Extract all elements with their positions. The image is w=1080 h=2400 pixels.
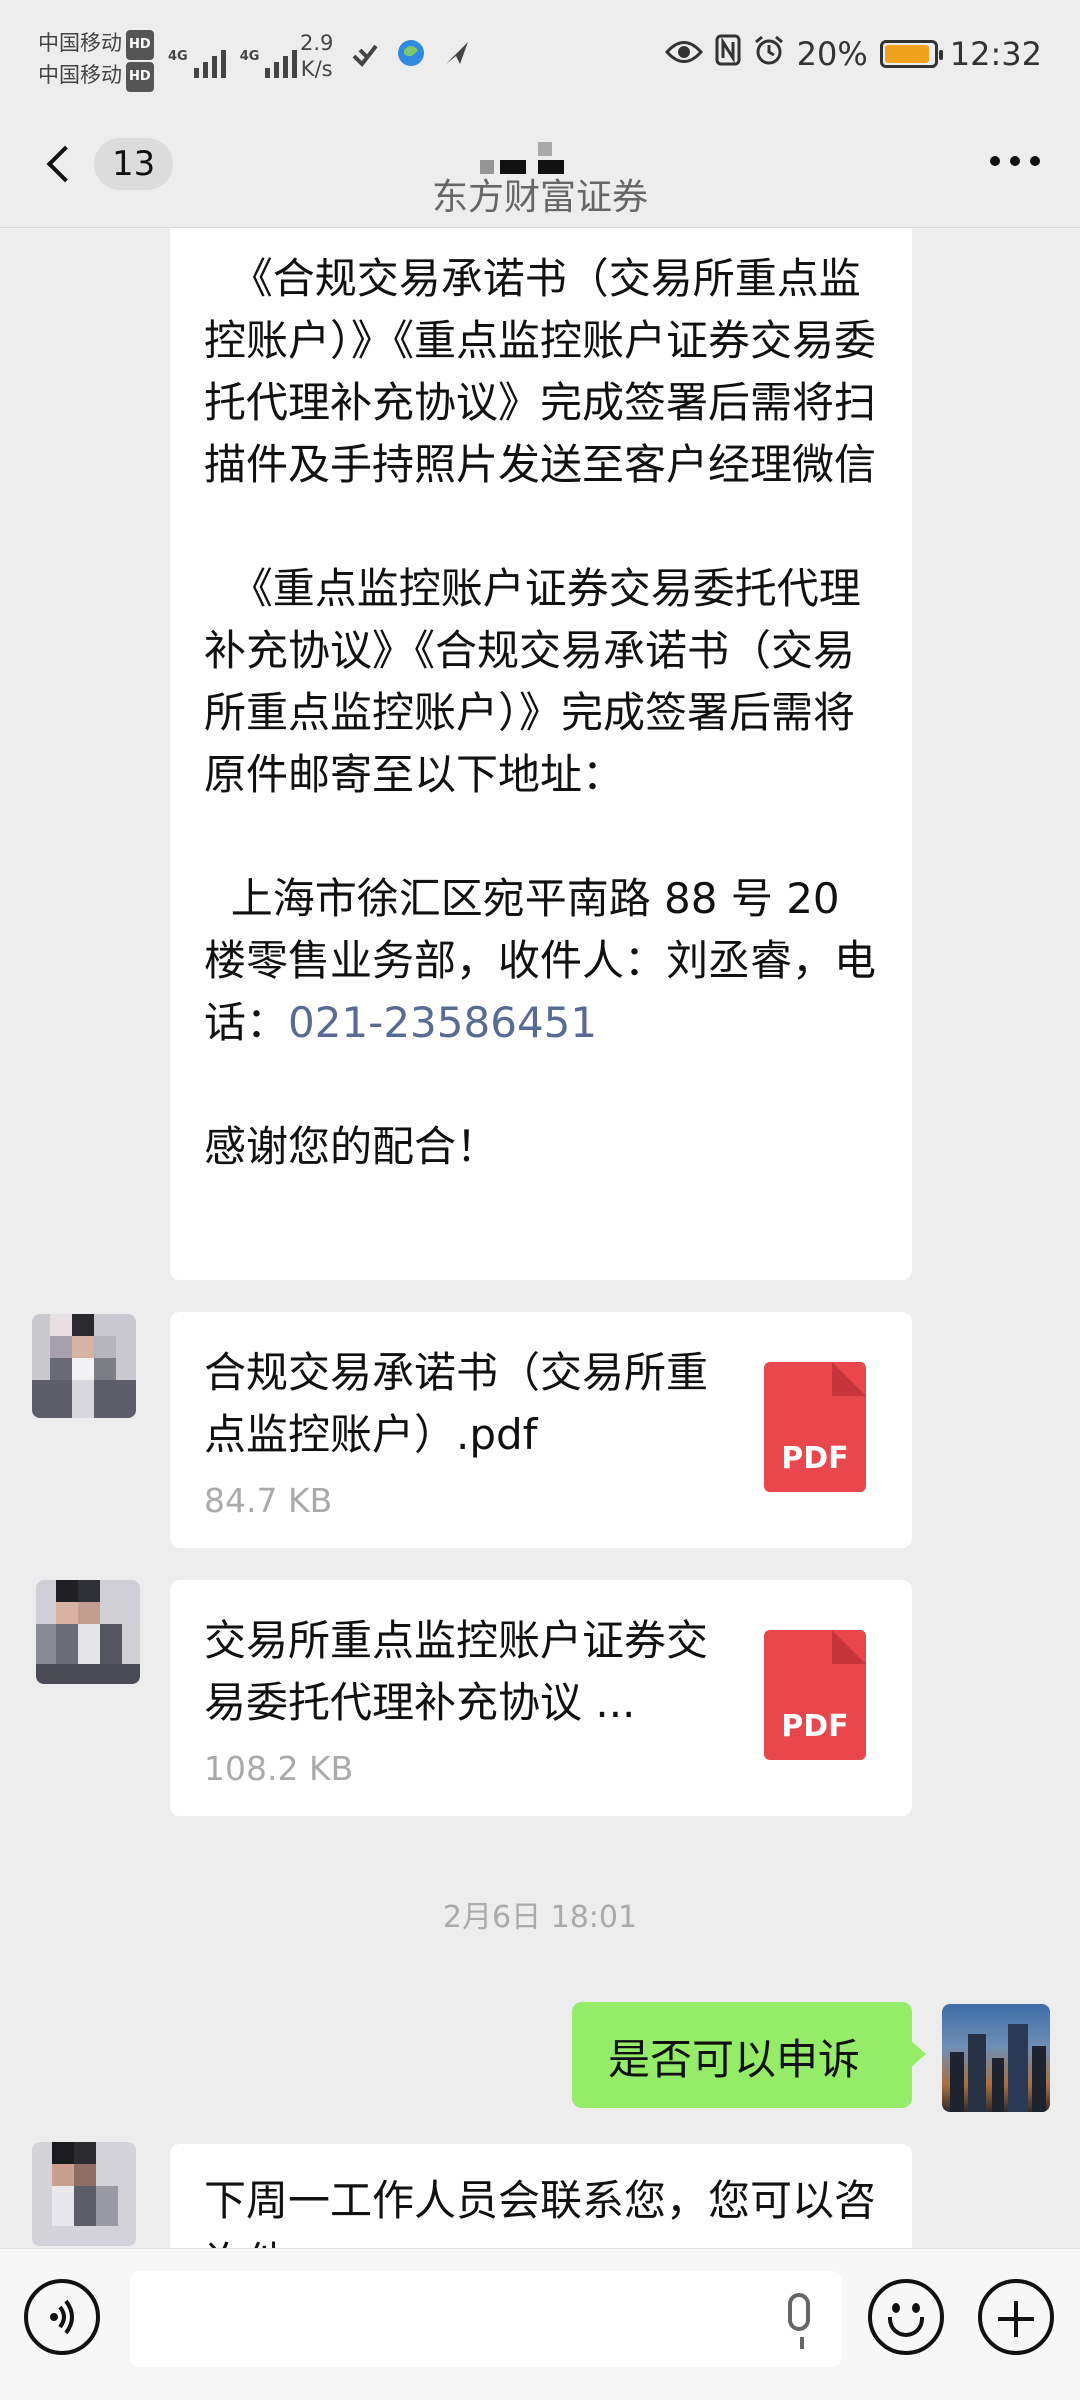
message-paragraph: 《合规交易承诺书（交易所重点监控账户）》《重点监控账户证券交易委托代理补充协议》… (204, 254, 877, 489)
pdf-icon: PDF (764, 1630, 866, 1760)
clock: 12:32 (949, 35, 1042, 73)
network-type: 4G (168, 49, 188, 64)
battery-percent: 20% (796, 35, 868, 73)
message-paragraph: 感谢您的配合！ (204, 1122, 499, 1171)
chat-subtitle: 东方财富证券 (431, 177, 648, 218)
status-right: 20% 12:32 (664, 34, 1042, 74)
input-bar (0, 2248, 1080, 2400)
file-message[interactable]: 交易所重点监控账户证券交易委托代理补充协议 ... 108.2 KB PDF (170, 1580, 912, 1816)
speed-value: 2.9 (300, 31, 334, 55)
more-functions-button[interactable] (978, 2279, 1054, 2355)
message-paragraph: 上海市徐汇区宛平南路 88 号 20 楼零售业务部，收件人：刘丞睿，电话：021… (204, 868, 880, 1054)
voice-input-button[interactable] (24, 2279, 100, 2355)
hd-badge: HD (126, 30, 154, 60)
voice-icon (50, 2299, 74, 2335)
network-type: 4G (239, 49, 260, 64)
hd-badge: HD (126, 62, 154, 92)
signal-icon: 4G (240, 50, 298, 78)
phone-link[interactable]: 021-23586451 (288, 998, 597, 1047)
dot (1010, 156, 1020, 166)
signal-icon: 4G (168, 50, 226, 78)
pdf-label: PDF (781, 1709, 849, 1744)
file-message[interactable]: 合规交易承诺书（交易所重点监控账户）.pdf 84.7 KB PDF (170, 1312, 912, 1548)
pdf-icon: PDF (764, 1362, 866, 1492)
dot (990, 156, 1000, 166)
chat-header: 13 东方财富证券 (0, 120, 1080, 228)
send-icon (442, 38, 472, 68)
carrier-info: 中国移动 HD 中国移动 HD (38, 28, 154, 92)
message-bubble-text[interactable]: 下周一工作人员会联系您，您可以咨询他 (170, 2144, 912, 2248)
message-paragraph: 《重点监控账户证券交易委托代理补充协议》《合规交易承诺书（交易所重点监控账户）》… (204, 564, 861, 799)
contact-avatar[interactable] (32, 1314, 136, 1418)
more-options-button[interactable] (990, 156, 1040, 166)
status-bar: 中国移动 HD 中国移动 HD 4G 4G 2.9 K/s 20% 12:32 (0, 0, 1080, 120)
message-timestamp: 2月6日 18:01 (442, 1900, 638, 1935)
self-avatar[interactable] (942, 2004, 1050, 2112)
emoji-eye (912, 2303, 920, 2313)
browser-icon (396, 38, 426, 68)
link-icon (350, 38, 380, 68)
eye-icon (664, 35, 703, 73)
microphone-icon[interactable] (788, 2293, 810, 2349)
message-input[interactable] (130, 2271, 842, 2367)
emoji-button[interactable] (868, 2279, 944, 2355)
message-bubble-text[interactable]: 《合规交易承诺书（交易所重点监控账户）》《重点监控账户证券交易委托代理补充协议》… (170, 228, 912, 1280)
nfc-icon (715, 34, 741, 74)
chat-messages[interactable]: 《合规交易承诺书（交易所重点监控账户）》《重点监控账户证券交易委托代理补充协议》… (0, 228, 1080, 2248)
notification-icons (350, 38, 472, 68)
self-message-bubble[interactable]: 是否可以申诉 (572, 2002, 926, 2108)
speed-unit: K/s (300, 57, 333, 81)
contact-avatar[interactable] (36, 1580, 140, 1684)
carrier-1: 中国移动 (38, 31, 122, 55)
file-name: 合规交易承诺书（交易所重点监控账户）.pdf (204, 1348, 709, 1459)
contact-avatar[interactable] (32, 2142, 136, 2246)
carrier-2: 中国移动 (38, 63, 122, 87)
network-speed: 2.9 K/s (300, 30, 333, 82)
dot (1030, 156, 1040, 166)
file-name: 交易所重点监控账户证券交易委托代理补充协议 ... (204, 1616, 709, 1727)
emoji-icon (892, 2303, 900, 2313)
signal-indicators: 4G 4G (168, 38, 298, 78)
emoji-mouth (888, 2317, 924, 2337)
battery-icon (879, 40, 943, 68)
alarm-icon (753, 34, 785, 74)
pdf-label: PDF (781, 1441, 849, 1476)
